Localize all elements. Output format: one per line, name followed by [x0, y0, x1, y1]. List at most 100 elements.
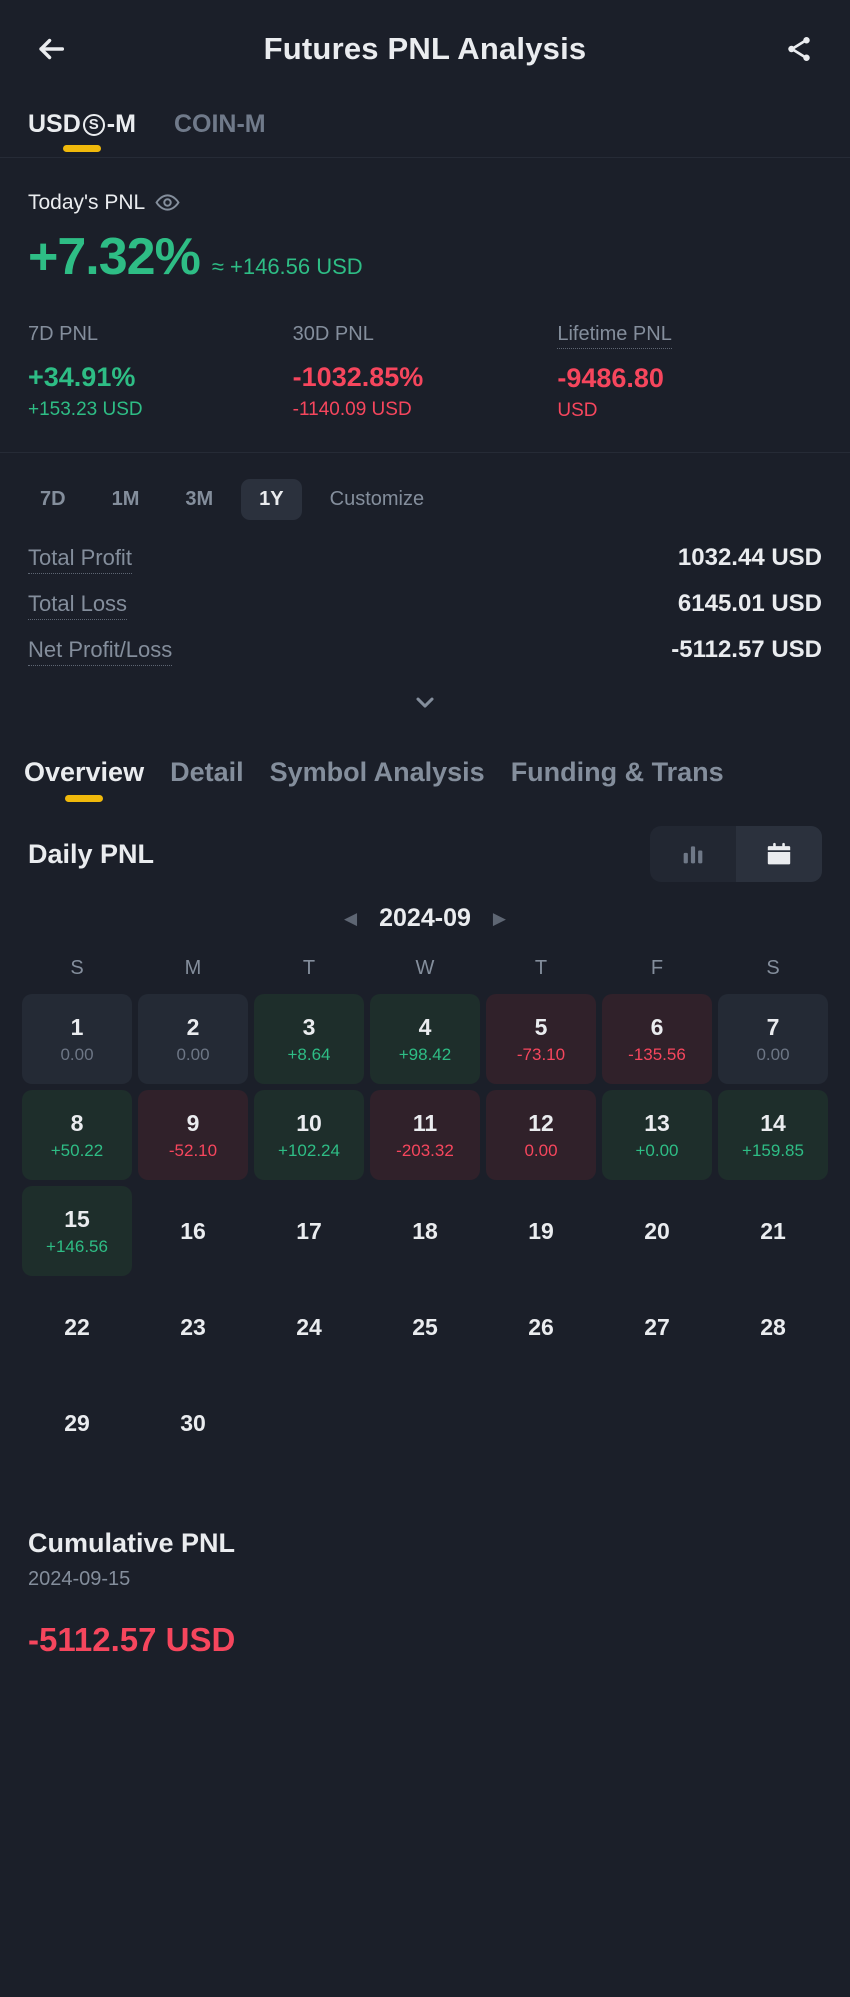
month-navigator: ◀ 2024-09 ▶: [0, 882, 850, 949]
totals-section: Total Profit 1032.44 USD Total Loss 6145…: [0, 526, 850, 716]
calendar-week-row: 15 +146.56 16 17 18 19 20 21: [22, 1186, 828, 1277]
calendar-day-cell[interactable]: 4 +98.42: [370, 994, 480, 1085]
pnl-card-7d-label: 7D PNL: [28, 323, 99, 345]
calendar-day-number: 27: [644, 1313, 670, 1340]
calendar-day-cell[interactable]: 5 -73.10: [486, 994, 596, 1085]
pnl-card-7d: 7D PNL +34.91% +153.23 USD: [28, 323, 293, 422]
calendar-day-cell[interactable]: 1 0.00: [22, 994, 132, 1085]
calendar-day-cell[interactable]: 23: [138, 1282, 248, 1372]
calendar-day-number: 20: [644, 1217, 670, 1244]
calendar-day-cell[interactable]: 16: [138, 1186, 248, 1276]
calendar-day-cell[interactable]: 19: [486, 1186, 596, 1276]
calendar-day-cell[interactable]: 20: [602, 1186, 712, 1276]
calendar-day-number: 26: [528, 1313, 554, 1340]
tab-detail[interactable]: Detail: [170, 757, 244, 808]
calendar-day-cell[interactable]: 3 +8.64: [254, 994, 364, 1085]
chart-view-button[interactable]: [650, 826, 736, 882]
weekday-label: S: [766, 957, 780, 980]
calendar-day-cell[interactable]: 15 +146.56: [22, 1186, 132, 1277]
calendar-day-number: 23: [180, 1313, 206, 1340]
calendar-day-cell[interactable]: 24: [254, 1282, 364, 1372]
calendar-day-placeholder: [370, 1378, 480, 1468]
calendar-day-pnl: 0.00: [756, 1044, 790, 1064]
calendar-day-number: 28: [760, 1313, 786, 1340]
tab-overview[interactable]: Overview: [24, 757, 144, 808]
total-profit-label[interactable]: Total Profit: [28, 545, 132, 575]
margin-mode-tabs: USD S -M COIN-M: [0, 98, 850, 158]
todays-pnl-percent: +7.32%: [28, 228, 201, 286]
calendar-day-pnl: -52.10: [168, 1140, 218, 1160]
calendar-day-number: 15: [64, 1205, 90, 1232]
range-chip-customize[interactable]: Customize: [312, 479, 442, 520]
calendar-weekday-header: S M T W T F S: [22, 949, 828, 994]
calendar-day-cell[interactable]: 21: [718, 1186, 828, 1276]
tab-funding-and-transfer[interactable]: Funding & Trans: [511, 757, 724, 808]
calendar-view-button[interactable]: [736, 826, 822, 883]
calendar-day-cell[interactable]: 13 +0.00: [602, 1090, 712, 1181]
range-chip-3m[interactable]: 3M: [167, 479, 231, 520]
calendar-day-cell[interactable]: 14 +159.85: [718, 1090, 828, 1181]
calendar-day-number: 11: [412, 1109, 438, 1136]
mode-tab-usds-m-suffix: -M: [106, 110, 136, 138]
calendar-day-cell[interactable]: 9 -52.10: [138, 1090, 248, 1181]
mode-tab-usds-m-prefix: USD: [28, 110, 81, 138]
page-title: Futures PNL Analysis: [263, 31, 587, 66]
pnl-card-30d-usd: -1140.09 USD: [292, 399, 412, 421]
calendar-day-cell[interactable]: 28: [718, 1282, 828, 1372]
total-loss-label[interactable]: Total Loss: [28, 591, 128, 621]
pnl-card-lifetime-label[interactable]: Lifetime PNL: [557, 323, 672, 349]
calendar-day-cell[interactable]: 22: [22, 1282, 132, 1372]
daily-pnl-view-toggle: [650, 826, 822, 883]
calendar-day-cell[interactable]: 12 0.00: [486, 1090, 596, 1181]
calendar-day-number: 19: [528, 1217, 554, 1244]
todays-pnl-label: Today's PNL: [28, 190, 146, 214]
calendar-day-cell[interactable]: 26: [486, 1282, 596, 1372]
calendar-day-cell[interactable]: 29: [22, 1378, 132, 1468]
calendar-day-number: 9: [186, 1109, 200, 1136]
weekday-label: F: [650, 957, 664, 980]
previous-month-button[interactable]: ◀: [344, 910, 357, 927]
cumulative-pnl-value: -5112.57 USD: [28, 1621, 236, 1659]
calendar-day-cell[interactable]: 25: [370, 1282, 480, 1372]
tab-symbol-analysis[interactable]: Symbol Analysis: [270, 757, 485, 808]
share-button[interactable]: [776, 26, 822, 72]
total-loss-row: Total Loss 6145.01 USD: [28, 590, 822, 621]
calendar-day-pnl: +98.42: [398, 1044, 452, 1064]
calendar-day-number: 5: [534, 1013, 548, 1040]
pnl-card-lifetime: Lifetime PNL -9486.80 USD: [557, 323, 822, 422]
calendar-day-pnl: 0.00: [60, 1044, 94, 1064]
calendar-day-number: 13: [644, 1109, 670, 1136]
calendar-day-cell[interactable]: 11 -203.32: [370, 1090, 480, 1181]
pnl-card-7d-usd: +153.23 USD: [28, 399, 143, 421]
next-month-button[interactable]: ▶: [493, 910, 506, 927]
calendar-day-pnl: -73.10: [516, 1044, 566, 1064]
calendar-day-cell[interactable]: 7 0.00: [718, 994, 828, 1085]
calendar-day-placeholder: [718, 1378, 828, 1468]
calendar-day-cell[interactable]: 6 -135.56: [602, 994, 712, 1085]
daily-pnl-calendar: S M T W T F S 1 0.00 2 0.00 3 +8.64 4 +98.42 5 -7…: [0, 949, 850, 1468]
calendar-day-cell[interactable]: 10 +102.24: [254, 1090, 364, 1181]
cumulative-pnl-title: Cumulative PNL: [28, 1528, 236, 1559]
expand-totals-button[interactable]: [28, 682, 822, 716]
calendar-day-pnl: -203.32: [396, 1140, 454, 1160]
eye-icon[interactable]: [155, 190, 180, 215]
calendar-day-cell[interactable]: 27: [602, 1282, 712, 1372]
range-chip-7d[interactable]: 7D: [22, 479, 84, 520]
calendar-week-row: 29 30: [22, 1378, 828, 1468]
calendar-day-cell[interactable]: 18: [370, 1186, 480, 1276]
range-chip-1m[interactable]: 1M: [94, 479, 158, 520]
calendar-day-cell[interactable]: 8 +50.22: [22, 1090, 132, 1181]
pnl-card-lifetime-currency: USD: [557, 400, 598, 422]
range-chip-1y[interactable]: 1Y: [241, 479, 302, 521]
mode-tab-coin-m[interactable]: COIN-M: [174, 110, 266, 157]
calendar-day-placeholder: [254, 1378, 364, 1468]
calendar-day-cell[interactable]: 17: [254, 1186, 364, 1276]
mode-tab-usds-m[interactable]: USD S -M: [28, 110, 136, 157]
calendar-day-cell[interactable]: 30: [138, 1378, 248, 1468]
bar-chart-icon: [683, 846, 703, 864]
arrow-left-icon: [39, 38, 65, 60]
total-profit-row: Total Profit 1032.44 USD: [28, 544, 822, 575]
net-profit-loss-label[interactable]: Net Profit/Loss: [28, 637, 173, 667]
back-button[interactable]: [28, 26, 74, 72]
calendar-day-cell[interactable]: 2 0.00: [138, 994, 248, 1085]
